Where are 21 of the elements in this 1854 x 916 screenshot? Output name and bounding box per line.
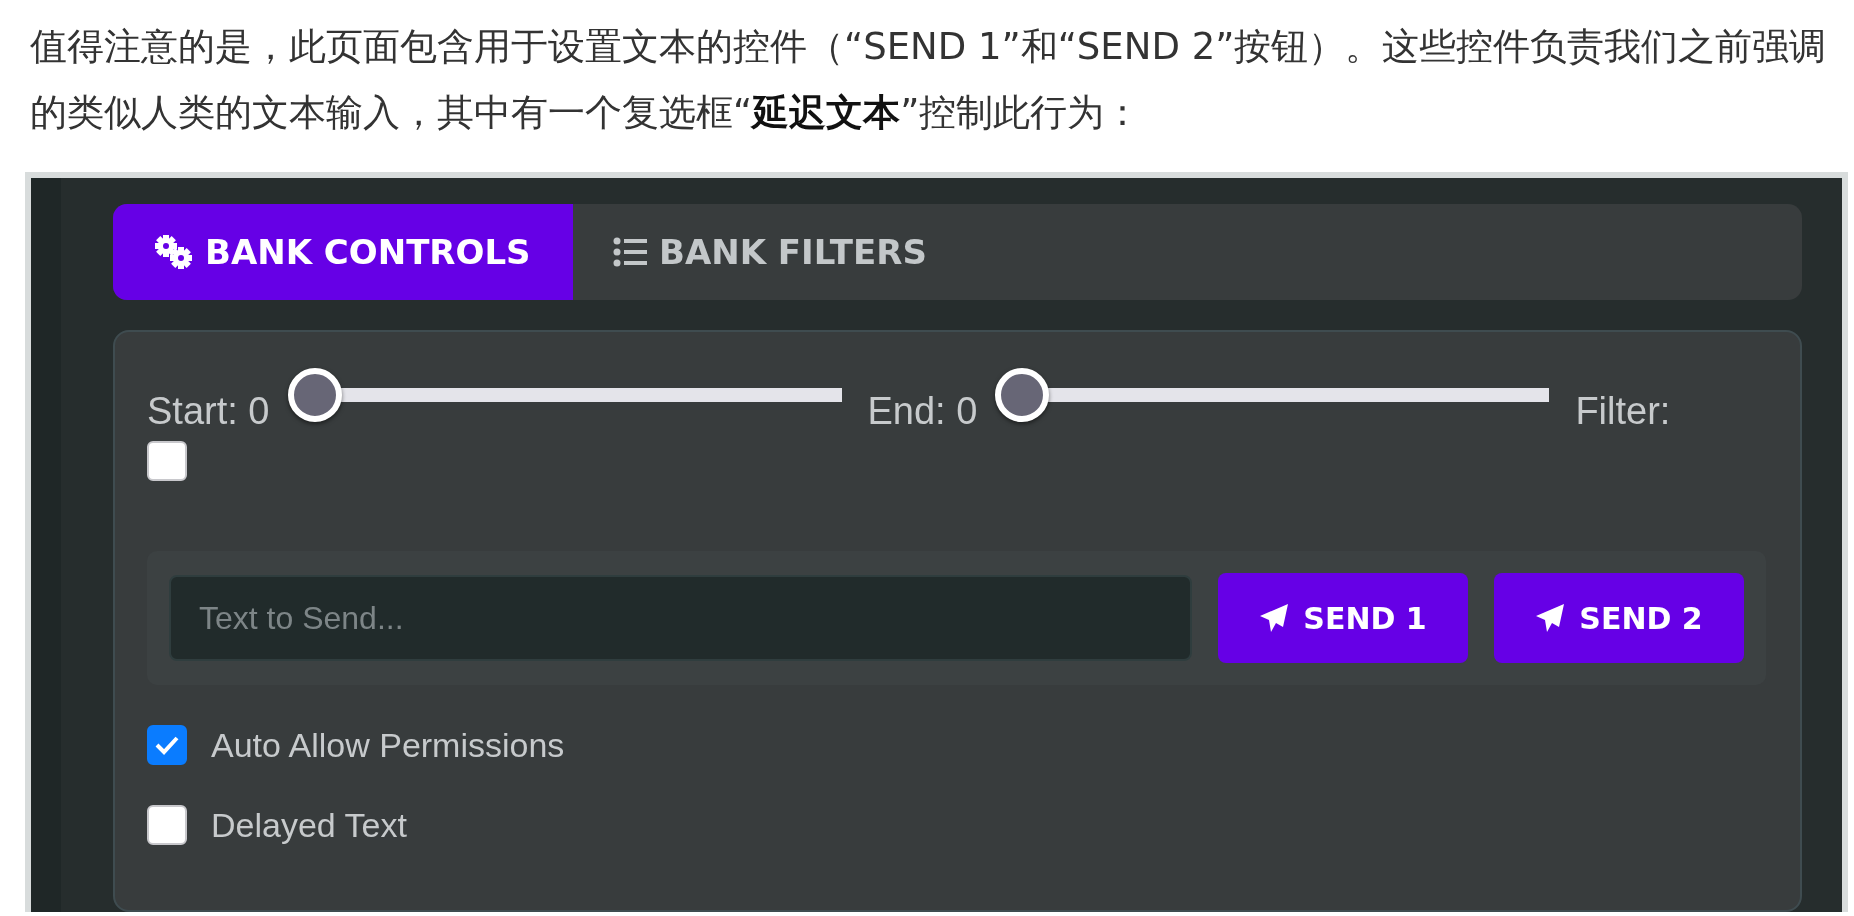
slider-thumb[interactable] — [995, 367, 1050, 422]
tab[interactable]: BANK CONTROLS — [113, 204, 573, 300]
slider-label: End: 0 — [867, 389, 978, 433]
checkbox-label: Delayed Text — [211, 805, 407, 845]
gears-icon — [153, 234, 193, 270]
tab[interactable]: BANK FILTERS — [573, 204, 963, 300]
checkbox[interactable] — [147, 725, 187, 765]
check-icon — [154, 734, 180, 756]
slider-thumb[interactable] — [287, 367, 342, 422]
text-input-field[interactable]: Text to Send... — [169, 575, 1192, 661]
filter-label: Filter: — [1575, 389, 1671, 433]
paper-plane-icon — [1259, 603, 1290, 633]
list-icon — [613, 237, 647, 267]
checkbox[interactable] — [147, 805, 187, 845]
send-button[interactable]: SEND 1 — [1218, 573, 1468, 663]
send-button[interactable]: SEND 2 — [1494, 573, 1744, 663]
checkbox-label: Auto Allow Permissions — [211, 725, 565, 765]
article-paragraph: 值得注意的是，此页面包含用于设置文本的控件（“SEND 1”和“SEND 2”按钮）。这些控件负责我们之前强调的类似人类的文本输入，其中有一个复选框“延迟文本”控制此行为： — [29, 24, 1828, 136]
slider-label: Start: 0 — [147, 389, 270, 433]
paper-plane-icon — [1535, 603, 1566, 633]
checkbox[interactable] — [147, 441, 187, 481]
